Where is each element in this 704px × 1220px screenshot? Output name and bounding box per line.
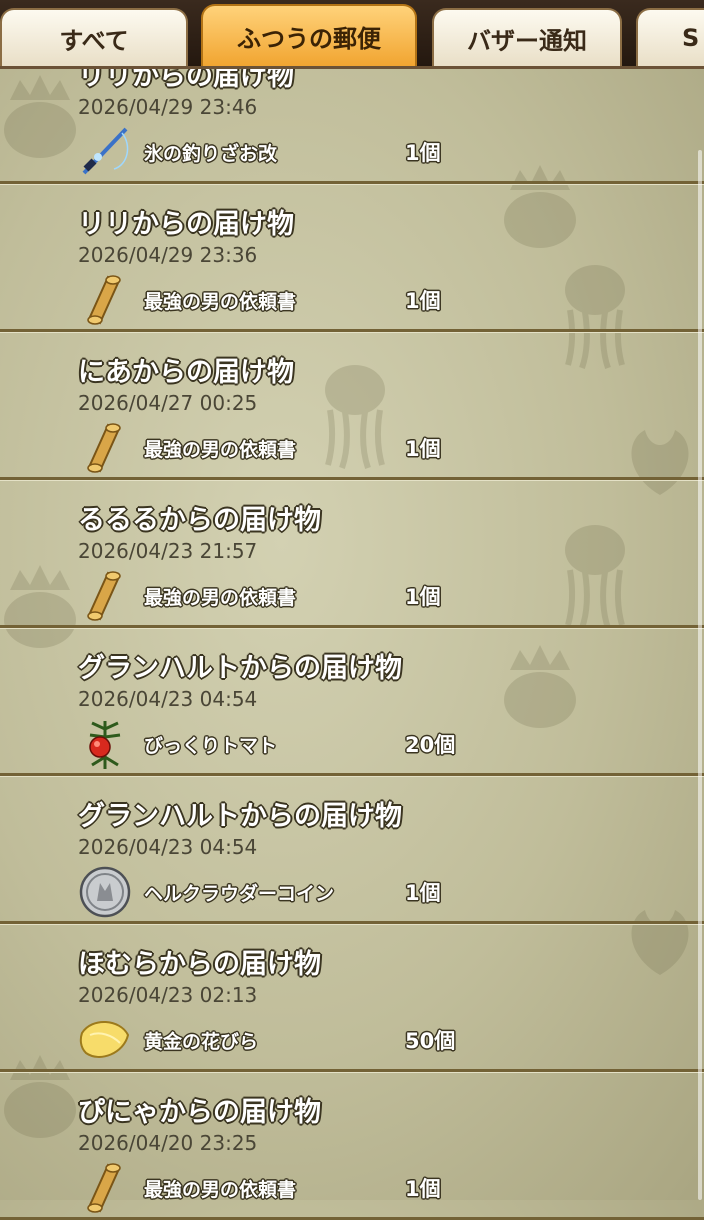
- item-count: 1個: [405, 1177, 441, 1201]
- mail-item[interactable]: るるるからの届け物 2026/04/23 21:57 最強の男の依頼書 1個: [0, 480, 704, 628]
- tab-s[interactable]: S: [636, 8, 704, 66]
- mail-date: 2026/04/23 04:54: [78, 687, 258, 711]
- item-count: 50個: [405, 1029, 456, 1053]
- mail-date: 2026/04/23 02:13: [78, 983, 258, 1007]
- tab-bazaar-notice[interactable]: バザー通知: [432, 8, 622, 66]
- mail-tab-bar: すべて ふつうの郵便 バザー通知 S: [0, 0, 704, 69]
- fishing-rod-icon: [78, 125, 132, 179]
- item-count: 1個: [405, 585, 441, 609]
- tomato-icon: [78, 717, 132, 771]
- mail-date: 2026/04/23 04:54: [78, 835, 258, 859]
- tab-normal-mail[interactable]: ふつうの郵便: [201, 4, 417, 66]
- mail-item[interactable]: グランハルトからの届け物 2026/04/23 04:54 ヘルクラウダーコイン…: [0, 776, 704, 924]
- scroll-icon: [78, 569, 132, 623]
- item-name: 最強の男の依頼書: [144, 587, 297, 609]
- mail-title: にあからの届け物: [78, 357, 294, 388]
- mail-date: 2026/04/27 00:25: [78, 391, 258, 415]
- item-name: びっくりトマト: [144, 735, 278, 757]
- mail-date: 2026/04/23 21:57: [78, 539, 258, 563]
- item-name: 黄金の花びら: [144, 1031, 259, 1053]
- mail-date: 2026/04/29 23:46: [78, 95, 258, 119]
- mail-title: るるるからの届け物: [78, 505, 321, 536]
- item-name: 氷の釣りざお改: [144, 143, 278, 165]
- item-name: ヘルクラウダーコイン: [144, 883, 335, 905]
- item-count: 20個: [405, 733, 456, 757]
- mail-item[interactable]: にあからの届け物 2026/04/27 00:25 最強の男の依頼書 1個: [0, 332, 704, 480]
- mail-title: リリからの届け物: [78, 209, 294, 240]
- item-count: 1個: [405, 141, 441, 165]
- mail-title: ほむらからの届け物: [78, 949, 321, 980]
- mail-title: ぴにゃからの届け物: [78, 1097, 321, 1128]
- petal-icon: [78, 1013, 132, 1067]
- item-count: 1個: [405, 881, 441, 905]
- coin-icon: [78, 865, 132, 919]
- scroll-icon: [78, 421, 132, 475]
- mail-item[interactable]: ほむらからの届け物 2026/04/23 02:13 黄金の花びら 50個: [0, 924, 704, 1072]
- scrollbar[interactable]: [698, 150, 702, 1200]
- mail-title: グランハルトからの届け物: [78, 801, 402, 832]
- mail-list: リリからの届け物 2026/04/29 23:46 氷の釣りざお改 1個 リリか…: [0, 36, 704, 1220]
- mail-date: 2026/04/20 23:25: [78, 1131, 258, 1155]
- item-name: 最強の男の依頼書: [144, 1179, 297, 1201]
- item-name: 最強の男の依頼書: [144, 439, 297, 461]
- mail-title: グランハルトからの届け物: [78, 653, 402, 684]
- mail-item[interactable]: グランハルトからの届け物 2026/04/23 04:54 びっくりトマト 20…: [0, 628, 704, 776]
- item-count: 1個: [405, 437, 441, 461]
- tab-all[interactable]: すべて: [0, 8, 188, 66]
- scroll-icon: [78, 1161, 132, 1215]
- scroll-icon: [78, 273, 132, 327]
- item-name: 最強の男の依頼書: [144, 291, 297, 313]
- mail-item[interactable]: ぴにゃからの届け物 2026/04/20 23:25 最強の男の依頼書 1個: [0, 1072, 704, 1220]
- mail-item[interactable]: リリからの届け物 2026/04/29 23:36 最強の男の依頼書 1個: [0, 184, 704, 332]
- item-count: 1個: [405, 289, 441, 313]
- mail-date: 2026/04/29 23:36: [78, 243, 258, 267]
